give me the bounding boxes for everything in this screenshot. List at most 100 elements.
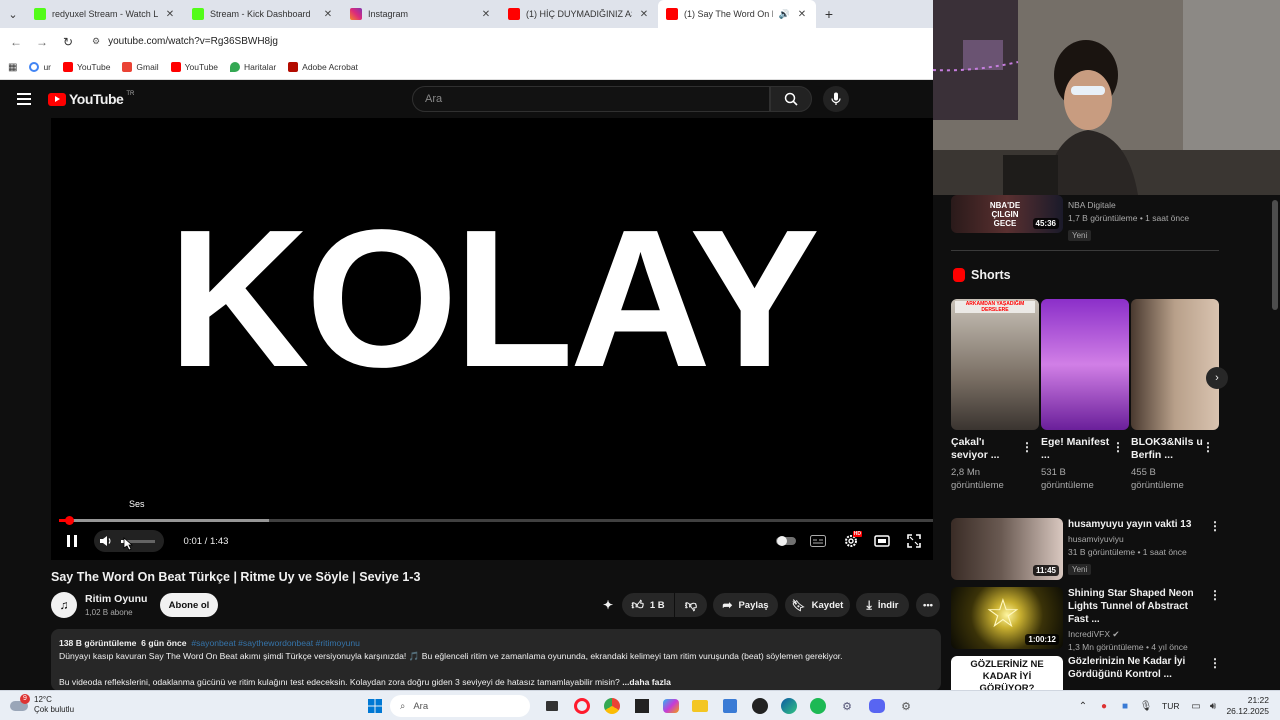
site-info-icon[interactable]: ⚙ [92, 36, 100, 47]
autoplay-toggle[interactable] [775, 530, 797, 552]
tab-close-icon[interactable]: ✕ [322, 9, 334, 20]
browser-tab[interactable]: redyuxel Stream - Watch Live o ✕ [26, 0, 184, 28]
more-vertical-icon[interactable]: ⋮ [1112, 440, 1124, 454]
new-tab-plus-icon[interactable]: + [816, 0, 842, 28]
tab-search-chevron-icon[interactable]: ⌄ [0, 0, 26, 28]
youtube-logo[interactable]: YouTube TR [48, 91, 134, 107]
edge-icon[interactable] [779, 696, 799, 716]
save-button[interactable]: 🔖︎ Kaydet [785, 593, 850, 617]
chrome-icon[interactable] [602, 696, 622, 716]
channel-info[interactable]: ♫ Ritim Oyunu 1,02 B abone [51, 592, 147, 618]
search-input[interactable] [425, 93, 769, 105]
speaker-icon[interactable]: 🔊 [779, 9, 790, 20]
ask-ai-button[interactable]: ✦ [598, 593, 618, 617]
pause-button[interactable] [63, 530, 81, 552]
hamburger-menu-icon[interactable] [17, 93, 31, 105]
bookmark-item[interactable]: ur [29, 62, 51, 72]
back-arrow-icon[interactable]: ← [6, 35, 26, 49]
notes-app-icon[interactable] [632, 696, 652, 716]
mute-button[interactable] [97, 530, 115, 552]
more-vertical-icon[interactable]: ⋮ [1202, 440, 1214, 454]
browser-tab-active[interactable]: (1) Say The Word On Beat T 🔊 ✕ [658, 0, 816, 28]
url-field[interactable]: ⚙ youtube.com/watch?v=Rg36SBWH8jg [92, 31, 933, 53]
voice-search-button[interactable] [823, 86, 849, 112]
obs-icon[interactable] [750, 696, 770, 716]
captions-button[interactable] [808, 530, 828, 552]
settings-button[interactable]: HD [840, 530, 862, 552]
show-more-link[interactable]: ...daha fazla [622, 677, 671, 687]
channel-name[interactable]: NBA Digitale [1068, 199, 1189, 212]
tab-close-icon[interactable]: ✕ [480, 9, 492, 20]
file-explorer-icon[interactable] [690, 696, 710, 716]
scrollbar-thumb[interactable] [1272, 200, 1278, 310]
video-title[interactable]: Shining Star Shaped Neon Lights Tunnel o… [1068, 587, 1208, 626]
more-actions-button[interactable]: ••• [916, 593, 940, 617]
task-view-icon[interactable] [542, 696, 562, 716]
browser-tab[interactable]: Stream - Kick Dashboard ✕ [184, 0, 342, 28]
description-box[interactable]: 138 B görüntüleme 6 gün önce #sayonbeat … [51, 629, 941, 691]
bookmark-item[interactable]: Haritalar [230, 62, 276, 72]
hashtags[interactable]: #sayonbeat #saythewordonbeat #ritimoyunu [191, 638, 360, 648]
bookmark-item[interactable]: Gmail [122, 62, 159, 72]
video-thumbnail[interactable]: NBA'DE ÇILGIN GECE 45:36 [951, 195, 1063, 233]
subscribe-button[interactable]: Abone ol [160, 593, 218, 617]
tab-close-icon[interactable]: ✕ [796, 9, 808, 20]
bookmark-item[interactable]: YouTube [170, 62, 218, 72]
tab-close-icon[interactable]: ✕ [164, 9, 176, 20]
discord-icon[interactable] [867, 696, 887, 716]
taskbar-search[interactable]: ⌕ Ara [390, 695, 530, 717]
like-button[interactable]: 👍︎ 1 B [622, 593, 674, 617]
scrubber-handle[interactable] [64, 516, 74, 525]
weather-widget[interactable]: 9 12°C Çok bulutlu [10, 694, 74, 715]
language-indicator[interactable]: TUR [1162, 701, 1179, 711]
dislike-button[interactable]: 👎︎ [675, 593, 707, 617]
video-thumbnail[interactable]: ☆ 1:00:12 [951, 587, 1063, 649]
gear-app-icon[interactable]: ⚙ [837, 696, 857, 716]
microphone-tray-icon[interactable]: 🎙︎ [1136, 696, 1156, 716]
settings-icon[interactable]: ⚙ [896, 696, 916, 716]
more-vertical-icon[interactable]: ⋮ [1209, 519, 1221, 533]
search-button[interactable] [770, 86, 812, 112]
short-info[interactable]: Ege! Manifest ... 531 B görüntüleme [1041, 436, 1113, 492]
channel-name[interactable]: IncrediVFX ✔ [1068, 628, 1208, 641]
reload-icon[interactable]: ↻ [58, 35, 78, 49]
share-button[interactable]: ➦ Paylaş [713, 593, 778, 617]
download-button[interactable]: ⤓ İndir [856, 593, 909, 617]
show-hidden-icons-chevron[interactable]: ⌃ [1073, 696, 1093, 716]
shorts-next-button[interactable]: › [1206, 367, 1228, 389]
more-vertical-icon[interactable]: ⋮ [1209, 588, 1221, 602]
short-thumbnail[interactable]: ARKAMDAN YAŞADIĞIM DERSLERE [951, 299, 1039, 430]
tray-app-icon[interactable]: ● [1094, 696, 1114, 716]
tab-close-icon[interactable]: ✕ [638, 9, 650, 20]
forward-arrow-icon[interactable]: → [32, 35, 52, 49]
tray-app-icon[interactable]: ■ [1115, 696, 1135, 716]
copilot-icon[interactable] [661, 696, 681, 716]
browser-tab[interactable]: (1) HİÇ DUYMADIĞINIZ AŞKTA ✕ [500, 0, 658, 28]
search-box[interactable] [412, 86, 770, 112]
progress-bar[interactable] [59, 516, 933, 525]
fullscreen-button[interactable] [904, 530, 924, 552]
video-title[interactable]: Gözlerinizin Ne Kadar İyi Gördüğünü Kont… [1068, 655, 1208, 681]
start-windows-icon[interactable] [365, 696, 385, 716]
channel-avatar[interactable]: ♫ [51, 592, 77, 618]
short-info[interactable]: Çakal'ı seviyor ... 2,8 Mn görüntüleme [951, 436, 1023, 492]
clock[interactable]: 21:22 26.12.2025 [1225, 695, 1269, 717]
short-thumbnail[interactable] [1131, 299, 1219, 430]
video-player[interactable]: KOLAY Ses 0:01 / 1:43 HD [51, 118, 933, 560]
more-vertical-icon[interactable]: ⋮ [1021, 440, 1033, 454]
more-vertical-icon[interactable]: ⋮ [1209, 656, 1221, 670]
browser-tab[interactable]: Instagram ✕ [342, 0, 500, 28]
speaker-icon[interactable]: 🔊︎ [1203, 696, 1223, 716]
video-title[interactable]: husamyuyu yayın vakti 13 [1068, 518, 1208, 531]
channel-name[interactable]: Ritim Oyunu [85, 593, 147, 605]
video-thumbnail[interactable]: 11:45 [951, 518, 1063, 580]
video-thumbnail[interactable]: GÖZLERİNİZ NE KADAR İYİ GÖRÜYOR? [951, 656, 1063, 690]
short-thumbnail[interactable] [1041, 299, 1129, 430]
bookmark-item[interactable]: Adobe Acrobat [288, 62, 358, 72]
short-info[interactable]: BLOK3&Nils u Berfin ... 455 B görüntülem… [1131, 436, 1203, 492]
spotify-icon[interactable] [808, 696, 828, 716]
theater-mode-button[interactable] [872, 530, 892, 552]
channel-name[interactable]: husamviyuviyu [1068, 533, 1208, 546]
bookmark-item[interactable]: YouTube [63, 62, 110, 72]
opera-icon[interactable] [572, 696, 592, 716]
